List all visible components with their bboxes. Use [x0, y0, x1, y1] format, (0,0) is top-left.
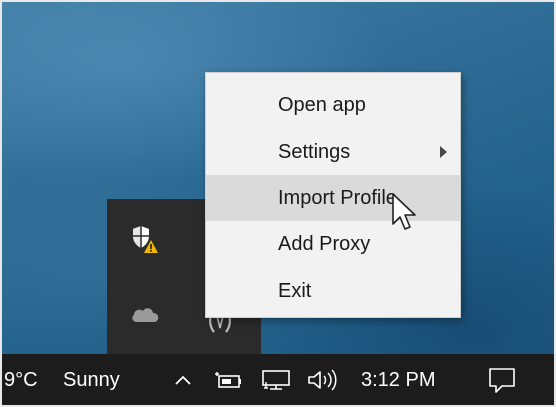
taskbar-clock[interactable]: 3:12 PM — [361, 368, 435, 392]
network-icon[interactable] — [259, 367, 293, 393]
menu-item-exit[interactable]: Exit — [206, 268, 460, 314]
weather-temperature[interactable]: 9°C — [4, 368, 38, 392]
menu-item-label: Settings — [278, 140, 351, 163]
taskbar: 9°C Sunny 3:12 PM — [0, 354, 556, 407]
menu-item-add-proxy[interactable]: Add Proxy — [206, 221, 460, 267]
menu-item-label: Add Proxy — [278, 232, 371, 255]
menu-item-label: Exit — [278, 279, 312, 302]
show-hidden-icons-chevron-icon[interactable] — [170, 367, 196, 393]
menu-item-label: Import Profile — [278, 186, 397, 209]
submenu-arrow-icon — [440, 146, 447, 158]
onedrive-cloud-icon[interactable] — [127, 296, 163, 332]
menu-item-label: Open app — [278, 93, 366, 116]
volume-icon[interactable] — [305, 367, 341, 393]
weather-condition[interactable]: Sunny — [63, 368, 120, 392]
menu-item-open-app[interactable]: Open app — [206, 82, 460, 128]
action-center-icon[interactable] — [486, 367, 518, 393]
menu-item-import-profile[interactable]: Import Profile — [206, 175, 460, 221]
tray-context-menu: Open app Settings Import Profile Add Pro… — [205, 72, 461, 318]
menu-item-settings[interactable]: Settings — [206, 129, 460, 175]
windows-security-warning-icon[interactable] — [128, 221, 164, 257]
battery-icon[interactable] — [212, 367, 244, 393]
mouse-cursor-icon — [390, 192, 418, 236]
